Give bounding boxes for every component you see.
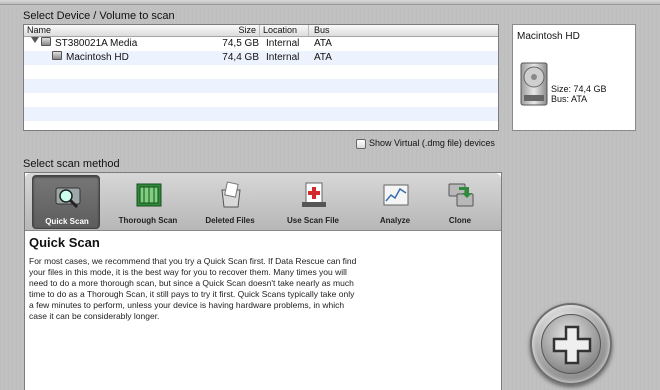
column-size[interactable]: Size bbox=[180, 25, 260, 36]
device-table[interactable]: Name Size Location Bus ST380021A Media 7… bbox=[23, 24, 499, 131]
table-row-empty bbox=[24, 121, 498, 135]
tool-label: Thorough Scan bbox=[118, 216, 178, 225]
row-location: Internal bbox=[266, 38, 300, 49]
hard-drive-icon bbox=[520, 62, 548, 106]
window-top-strip bbox=[0, 0, 660, 5]
row-size: 74,4 GB bbox=[222, 52, 259, 63]
thorough-scan-button[interactable]: Thorough Scan bbox=[114, 175, 182, 229]
scan-file-icon bbox=[302, 182, 326, 207]
clone-icon bbox=[448, 183, 474, 207]
show-virtual-checkbox[interactable] bbox=[356, 139, 366, 149]
table-row-empty bbox=[24, 93, 498, 107]
deleted-files-icon bbox=[221, 181, 241, 208]
quick-scan-button[interactable]: Quick Scan bbox=[32, 175, 100, 229]
hard-drive-icon bbox=[41, 37, 51, 46]
show-virtual-label[interactable]: Show Virtual (.dmg file) devices bbox=[369, 138, 495, 148]
device-section-label: Select Device / Volume to scan bbox=[23, 10, 175, 22]
scan-method-toolbar: Quick Scan Thorough Scan Deleted Files U… bbox=[25, 173, 501, 231]
disclosure-triangle-icon[interactable] bbox=[31, 37, 39, 43]
rescue-plus-icon bbox=[552, 325, 592, 365]
table-row-device[interactable]: ST380021A Media 74,5 GB Internal ATA bbox=[24, 37, 498, 51]
use-scan-file-button[interactable]: Use Scan File bbox=[279, 175, 347, 229]
info-title: Macintosh HD bbox=[517, 31, 580, 42]
info-bus: Bus: ATA bbox=[551, 94, 588, 104]
row-bus: ATA bbox=[314, 38, 332, 49]
column-bus[interactable]: Bus bbox=[314, 25, 330, 36]
volume-icon bbox=[52, 51, 62, 60]
method-description-text: For most cases, we recommend that you tr… bbox=[29, 256, 357, 321]
table-row-volume[interactable]: Macintosh HD 74,4 GB Internal ATA bbox=[24, 51, 498, 65]
thorough-scan-icon bbox=[136, 183, 162, 207]
analyze-button[interactable]: Analyze bbox=[361, 175, 429, 229]
row-name: ST380021A Media bbox=[55, 38, 138, 49]
tool-label: Analyze bbox=[379, 216, 411, 225]
info-details: Size: 74,4 GB Bus: ATA bbox=[551, 84, 607, 104]
tool-label: Quick Scan bbox=[45, 217, 89, 226]
column-name[interactable]: Name bbox=[27, 25, 51, 36]
table-header: Name Size Location Bus bbox=[24, 25, 498, 37]
scan-method-panel: Quick Scan Thorough Scan Deleted Files U… bbox=[24, 172, 502, 390]
clone-button[interactable]: Clone bbox=[426, 175, 494, 229]
info-size: Size: 74,4 GB bbox=[551, 84, 607, 94]
row-bus: ATA bbox=[314, 52, 332, 63]
tool-label: Deleted Files bbox=[205, 216, 255, 225]
row-name: Macintosh HD bbox=[66, 52, 129, 63]
quick-scan-icon bbox=[55, 187, 81, 209]
row-size: 74,5 GB bbox=[222, 38, 259, 49]
tool-label: Clone bbox=[448, 216, 472, 225]
table-row-empty bbox=[24, 107, 498, 121]
device-info-box: Macintosh HD Size: 74,4 GB Bus: ATA bbox=[512, 24, 636, 131]
method-description-title: Quick Scan bbox=[29, 235, 100, 250]
tool-label: Use Scan File bbox=[286, 216, 340, 225]
scan-method-label: Select scan method bbox=[23, 158, 120, 170]
start-rescue-button[interactable] bbox=[530, 303, 612, 385]
table-row-empty bbox=[24, 79, 498, 93]
rescue-button-face bbox=[541, 314, 601, 374]
table-row-empty bbox=[24, 65, 498, 79]
row-location: Internal bbox=[266, 52, 300, 63]
analyze-icon bbox=[383, 184, 409, 206]
deleted-files-button[interactable]: Deleted Files bbox=[196, 175, 264, 229]
column-location[interactable]: Location bbox=[263, 25, 309, 36]
